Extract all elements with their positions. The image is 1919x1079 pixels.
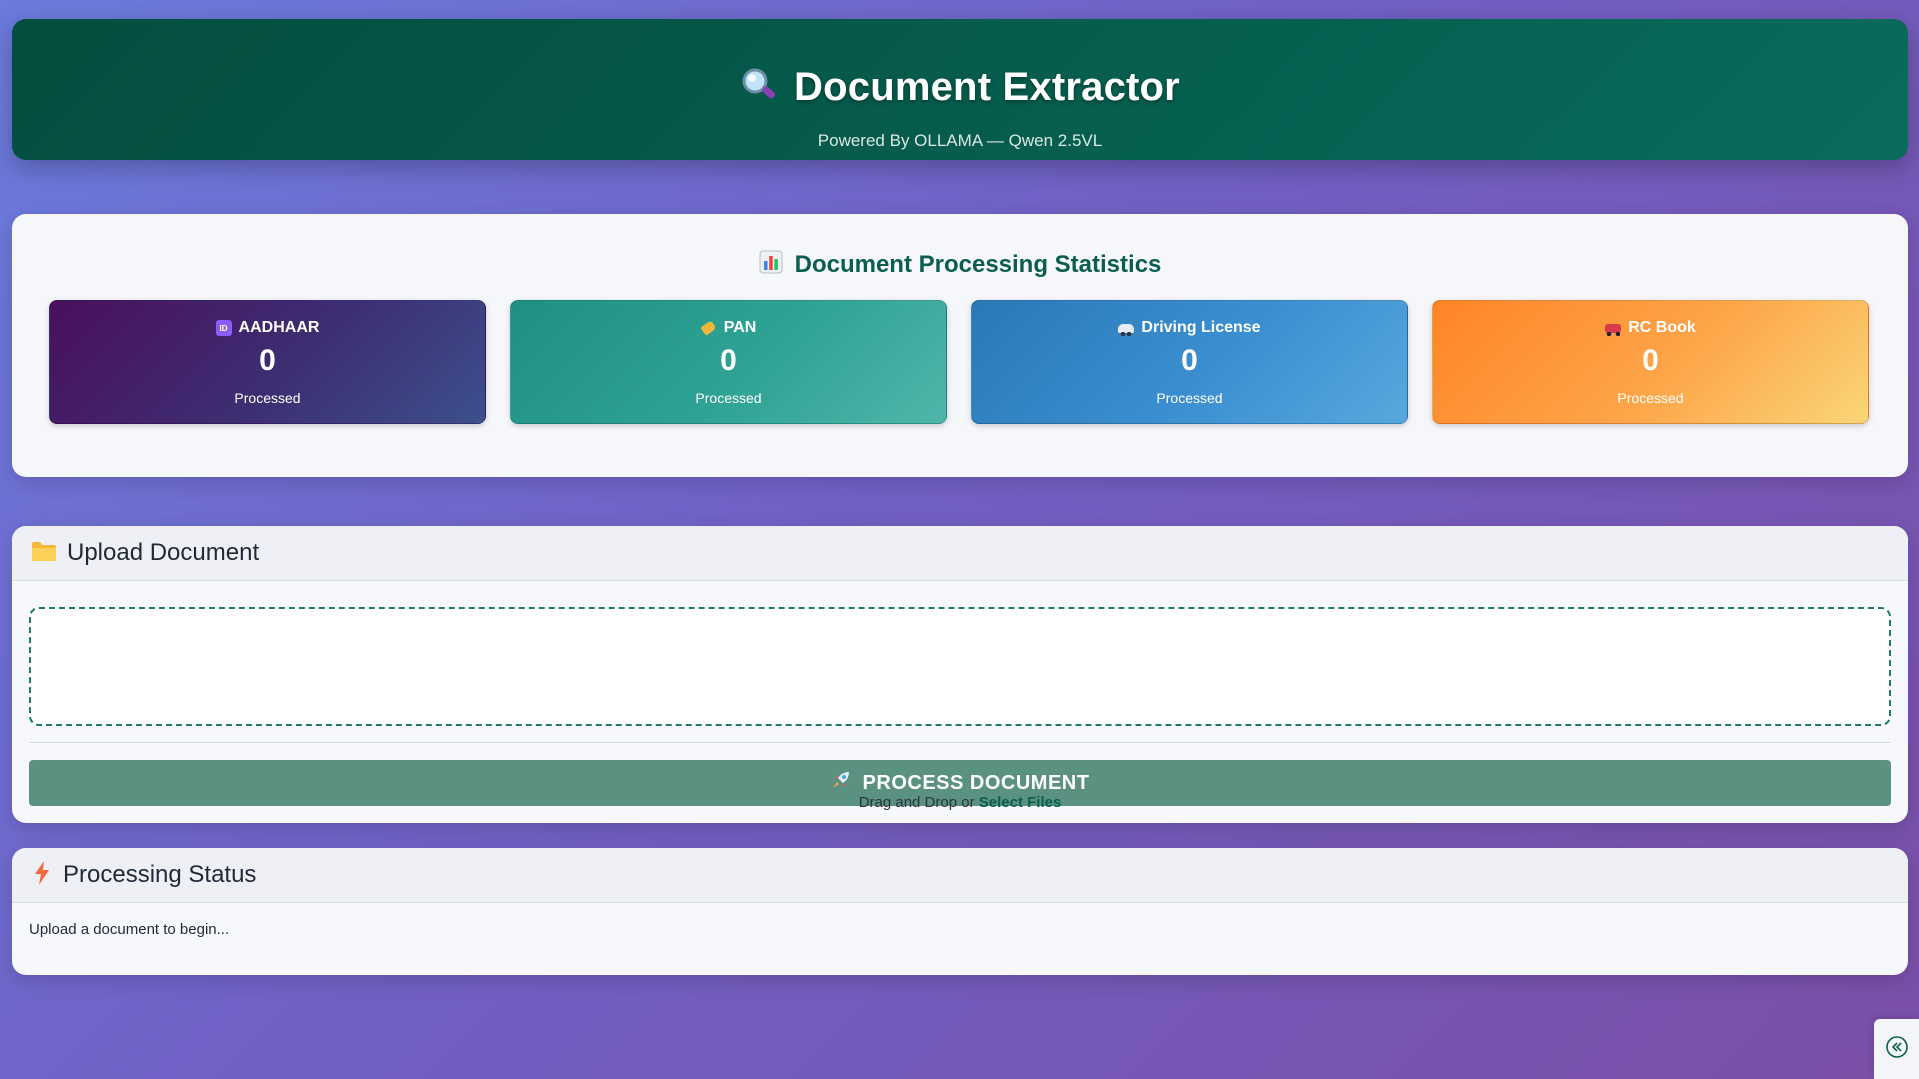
stat-card-caption: Processed [1156, 390, 1223, 406]
status-panel-title: Processing Status [63, 861, 257, 888]
app-subtitle: Powered By OLLAMA — Qwen 2.5VL [817, 131, 1103, 150]
header-title-row: Document Extractor [12, 65, 1908, 110]
truck-icon [1605, 320, 1622, 336]
process-document-label: PROCESS DOCUMENT [862, 771, 1090, 794]
upload-panel-title: Upload Document [67, 539, 260, 566]
magnifier-icon [740, 67, 778, 108]
stat-card-label: AADHAAR [238, 319, 320, 336]
stat-cards: ID AADHAAR 0 Processed PAN 0 Processed D… [49, 300, 1869, 424]
stat-card-label: RC Book [1628, 319, 1696, 336]
statistics-title: Document Processing Statistics [794, 250, 1162, 278]
upload-panel-header: Upload Document [12, 526, 1908, 581]
stat-card-count: 0 [720, 344, 737, 377]
status-panel: Processing Status Upload a document to b… [12, 848, 1908, 975]
stat-card-header: PAN [511, 319, 946, 337]
stat-card-header: ID AADHAAR [50, 319, 485, 337]
stat-card-label: PAN [723, 319, 757, 336]
stat-card-count: 0 [259, 344, 276, 377]
statistics-panel: Document Processing Statistics ID AADHAA… [12, 214, 1908, 477]
statistics-title-row: Document Processing Statistics [12, 250, 1908, 279]
drop-hint-text: Drag and Drop or [858, 794, 975, 811]
app-title: Document Extractor [794, 65, 1180, 109]
stat-card-label: Driving License [1141, 319, 1261, 336]
stat-card-caption: Processed [1617, 390, 1684, 406]
stat-card-header: Driving License [972, 319, 1407, 337]
id-icon: ID [215, 320, 232, 336]
divider [29, 742, 1891, 743]
car-icon [1118, 320, 1135, 336]
upload-panel: Upload Document PROCESS DOCUMENT Drag an… [12, 526, 1908, 823]
sidebar-toggle-button[interactable] [1874, 1019, 1919, 1079]
double-chevron-left-icon [1885, 1035, 1909, 1064]
stat-card-caption: Processed [234, 390, 301, 406]
rocket-icon [831, 770, 851, 796]
status-panel-header: Processing Status [12, 848, 1908, 903]
tag-icon [700, 320, 717, 336]
stat-card-header: RC Book [1433, 319, 1868, 337]
stat-card-rc-book: RC Book 0 Processed [1432, 300, 1869, 424]
stat-card-driving-license: Driving License 0 Processed [971, 300, 1408, 424]
app-header: Document Extractor Powered By OLLAMA — Q… [12, 19, 1908, 160]
bar-chart-icon [759, 250, 783, 279]
status-message: Upload a document to begin... [29, 921, 230, 938]
stat-card-caption: Processed [695, 390, 762, 406]
lightning-icon [31, 860, 53, 891]
stat-card-aadhaar: ID AADHAAR 0 Processed [49, 300, 486, 424]
file-drop-zone[interactable] [29, 607, 1891, 726]
stat-card-pan: PAN 0 Processed [510, 300, 947, 424]
folder-icon [31, 540, 57, 567]
drop-hint: Drag and Drop or Select Files [12, 794, 1908, 811]
stat-card-count: 0 [1181, 344, 1198, 377]
select-files-link[interactable]: Select Files [979, 794, 1062, 811]
stat-card-count: 0 [1642, 344, 1659, 377]
